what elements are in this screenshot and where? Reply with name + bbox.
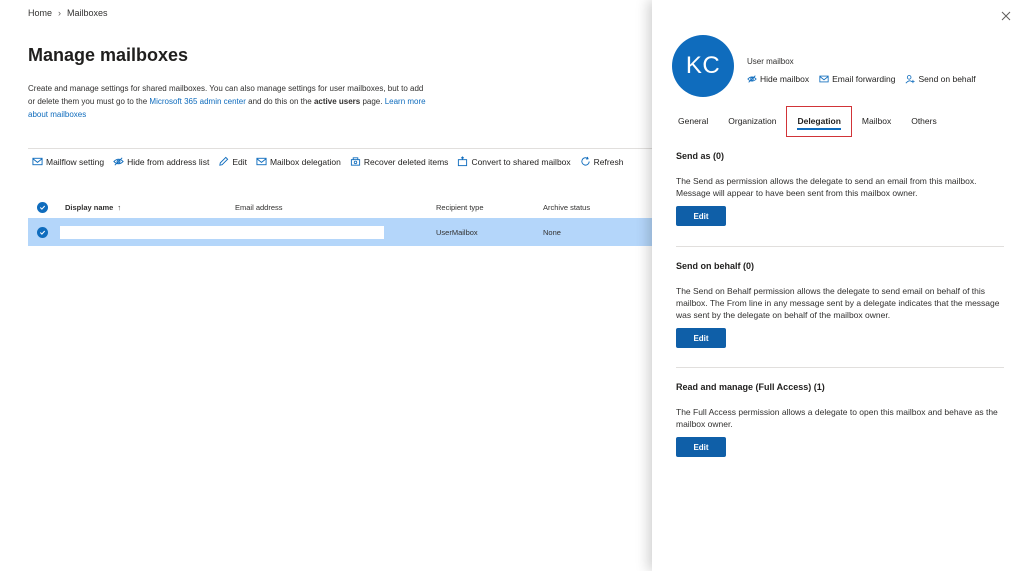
breadcrumb-current: Mailboxes <box>67 8 108 18</box>
checkmark-icon <box>39 205 46 210</box>
desc-text-3: page. <box>360 97 385 106</box>
row-checkbox[interactable] <box>37 226 48 238</box>
edit-label: Edit <box>232 156 247 167</box>
person-add-icon <box>905 75 916 84</box>
tab-mailbox[interactable]: Mailbox <box>852 107 901 136</box>
column-display-name[interactable]: Display name ↑ <box>65 203 121 212</box>
mailbox-details-panel: KC User mailbox Hide mailbox Email forwa… <box>652 0 1024 571</box>
mailbox-table: Display name ↑ Email address Recipient t… <box>28 196 652 246</box>
send-as-description: The Send as permission allows the delega… <box>676 176 977 198</box>
breadcrumb: Home › Mailboxes <box>28 8 108 18</box>
send-as-section: Send as (0) The Send as permission allow… <box>676 151 1004 226</box>
refresh-icon <box>581 156 590 166</box>
full-access-section: Read and manage (Full Access) (1) The Fu… <box>676 382 1004 457</box>
main-page: Home › Mailboxes Manage mailboxes Create… <box>0 0 652 571</box>
breadcrumb-home[interactable]: Home <box>28 8 52 18</box>
toolbar: Mailflow setting Hide from address list … <box>32 156 623 167</box>
mailflow-label: Mailflow setting <box>46 156 105 167</box>
redacted-name-email <box>60 226 384 239</box>
eye-off-icon <box>747 75 757 83</box>
send-as-title: Send as (0) <box>676 151 725 161</box>
send-on-behalf-label: Send on behalf <box>918 74 976 84</box>
mailbox-restore-icon <box>350 157 360 166</box>
mail-settings-icon <box>32 157 43 166</box>
send-as-edit-button[interactable]: Edit <box>676 206 726 226</box>
tab-general[interactable]: General <box>676 107 718 136</box>
checkmark-icon <box>39 230 46 235</box>
column-email[interactable]: Email address <box>235 203 283 212</box>
cell-recipient-type: UserMailbox <box>436 227 478 237</box>
convert-icon <box>458 156 468 167</box>
hide-mailbox-button[interactable]: Hide mailbox <box>747 74 809 84</box>
email-forwarding-label: Email forwarding <box>832 74 896 84</box>
cell-archive-status: None <box>543 227 561 237</box>
send-on-behalf-section: Send on behalf (0) The Send on Behalf pe… <box>676 261 1004 348</box>
chevron-right-icon: › <box>58 8 62 18</box>
display-name-header: Display name <box>65 202 114 212</box>
mailbox-delegation-button[interactable]: Mailbox delegation <box>256 156 341 167</box>
admin-center-link[interactable]: Microsoft 365 admin center <box>149 97 246 106</box>
hide-from-address-list-button[interactable]: Hide from address list <box>113 156 209 167</box>
mailbox-type: User mailbox <box>747 57 794 66</box>
recover-deleted-items-button[interactable]: Recover deleted items <box>350 156 449 167</box>
send-on-behalf-button[interactable]: Send on behalf <box>905 74 976 84</box>
eye-off-icon <box>113 157 124 166</box>
panel-tabs: General Organization Delegation Mailbox … <box>676 106 947 137</box>
select-all-checkbox[interactable] <box>37 201 48 213</box>
full-access-description: The Full Access permission allows a dele… <box>676 407 998 429</box>
divider <box>28 148 652 149</box>
pencil-icon <box>219 156 229 166</box>
column-archive-status[interactable]: Archive status <box>543 203 590 212</box>
mail-icon <box>819 75 829 83</box>
desc-text-2: and do this on the <box>245 97 314 106</box>
send-on-behalf-edit-button[interactable]: Edit <box>676 328 726 348</box>
mailflow-setting-button[interactable]: Mailflow setting <box>32 156 104 167</box>
refresh-button[interactable]: Refresh <box>580 156 624 167</box>
avatar: KC <box>672 35 734 97</box>
divider <box>676 246 1004 247</box>
column-recipient-type[interactable]: Recipient type <box>436 203 484 212</box>
edit-button[interactable]: Edit <box>218 156 247 167</box>
tab-organization[interactable]: Organization <box>718 107 786 136</box>
mail-icon <box>256 157 267 166</box>
email-forwarding-button[interactable]: Email forwarding <box>819 74 895 84</box>
tab-others[interactable]: Others <box>901 107 947 136</box>
desc-bold-active-users: active users <box>313 97 361 106</box>
delegation-label: Mailbox delegation <box>269 156 341 167</box>
recover-label: Recover deleted items <box>363 156 449 167</box>
send-on-behalf-title: Send on behalf (0) <box>676 261 755 271</box>
refresh-label: Refresh <box>593 156 624 167</box>
page-description: Create and manage settings for shared ma… <box>28 82 428 121</box>
table-header: Display name ↑ Email address Recipient t… <box>28 196 652 218</box>
hide-label: Hide from address list <box>127 156 210 167</box>
convert-label: Convert to shared mailbox <box>471 156 571 167</box>
table-row[interactable]: UserMailbox None <box>28 218 652 246</box>
divider <box>676 367 1004 368</box>
sort-ascending-icon: ↑ <box>117 202 122 212</box>
send-on-behalf-description: The Send on Behalf permission allows the… <box>676 286 1000 320</box>
full-access-edit-button[interactable]: Edit <box>676 437 726 457</box>
convert-to-shared-mailbox-button[interactable]: Convert to shared mailbox <box>457 156 571 167</box>
tab-delegation[interactable]: Delegation <box>786 106 852 137</box>
hide-mailbox-label: Hide mailbox <box>760 74 810 84</box>
close-icon[interactable] <box>1000 10 1012 22</box>
mailbox-actions: Hide mailbox Email forwarding Send on be… <box>747 74 976 84</box>
page-title: Manage mailboxes <box>28 45 189 65</box>
full-access-title: Read and manage (Full Access) (1) <box>676 382 825 392</box>
